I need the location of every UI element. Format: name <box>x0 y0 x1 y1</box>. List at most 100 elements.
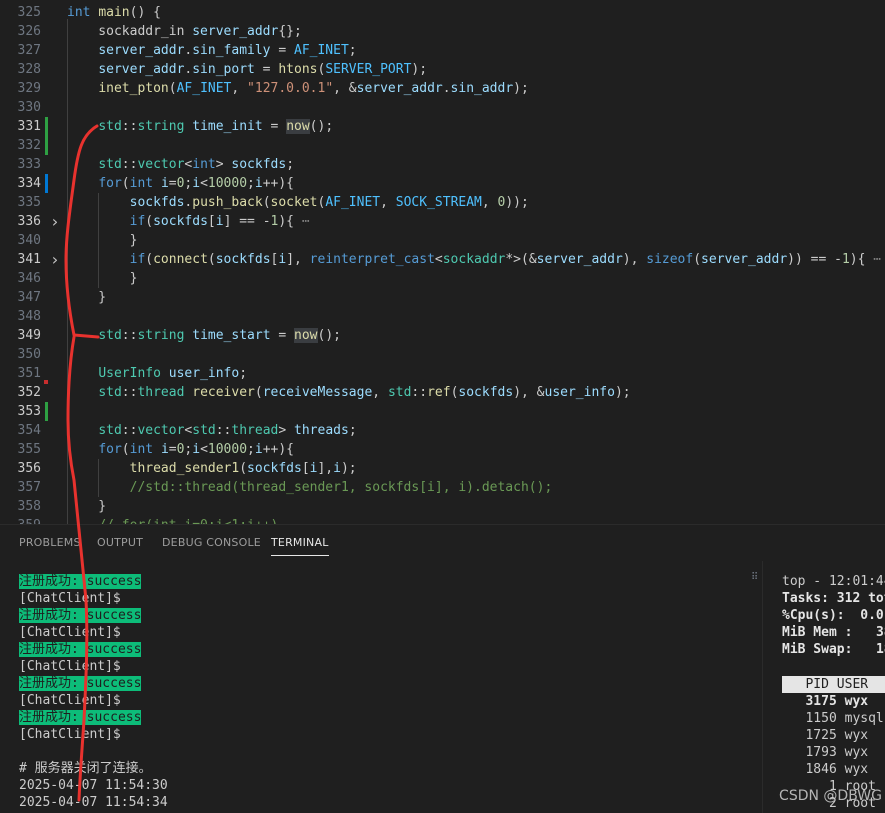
terminal-line-time: 2025-04-07 11:54:30 <box>19 778 168 793</box>
code-line[interactable]: 327 server_addr.sin_family = AF_INET; <box>0 41 885 60</box>
code-line[interactable]: 357 //std::thread(thread_sender1, sockfd… <box>0 478 885 497</box>
code-line[interactable]: 355 for(int i=0;i<10000;i++){ <box>0 440 885 459</box>
line-number: 329 <box>17 81 41 96</box>
top-process-row: 1150 mysql <box>782 711 884 726</box>
code-text: for(int i=0;i<10000;i++){ <box>98 442 295 457</box>
code-line[interactable]: 358 } <box>0 497 885 516</box>
code-text: UserInfo user_info; <box>98 366 248 381</box>
code-line[interactable]: 354 std::vector<std::thread> threads; <box>0 421 885 440</box>
terminal-line-register: 注册成功: success <box>19 676 142 691</box>
line-number: 358 <box>17 499 41 514</box>
terminal-line-prompt: [ChatClient]$ <box>19 693 121 708</box>
code-text: std::string time_init = now(); <box>98 119 334 134</box>
code-line[interactable]: 347 } <box>0 288 885 307</box>
code-line[interactable]: 346 } <box>0 269 885 288</box>
code-line[interactable]: 351 UserInfo user_info; <box>0 364 885 383</box>
code-line[interactable]: 331 std::string time_init = now(); <box>0 117 885 136</box>
top-process-header: PID USER <box>782 676 885 693</box>
tab-terminal[interactable]: TERMINAL <box>271 536 329 556</box>
line-number: 331 <box>17 119 41 134</box>
line-number: 332 <box>17 138 41 153</box>
top-swap-line: MiB Swap: 187 <box>782 642 885 657</box>
code-line[interactable]: 328 server_addr.sin_port = htons(SERVER_… <box>0 60 885 79</box>
code-line[interactable]: 334 for(int i=0;i<10000;i++){ <box>0 174 885 193</box>
code-text: server_addr.sin_family = AF_INET; <box>98 43 357 58</box>
code-line[interactable]: 336 › if(sockfds[i] == -1){ ⋯ <box>0 212 885 231</box>
chevron-right-icon[interactable]: › <box>50 212 60 231</box>
code-line[interactable]: 359 // for(int i=0;i<1;i++) <box>0 516 885 524</box>
code-text: } <box>67 233 138 248</box>
code-line[interactable]: 340 } <box>0 231 885 250</box>
top-tasks-line: Tasks: 312 tota <box>782 591 885 606</box>
top-header-line: top - 12:01:44 <box>782 574 885 589</box>
line-number: 335 <box>17 195 41 210</box>
line-number: 340 <box>17 233 41 248</box>
code-line[interactable]: 348 <box>0 307 885 326</box>
code-text: // for(int i=0;i<1;i++) <box>67 516 278 524</box>
code-text: if(sockfds[i] == -1){ ⋯ <box>129 214 310 229</box>
top-process-row: 1725 wyx <box>782 728 869 743</box>
code-line[interactable]: 325 int main() { <box>0 3 885 22</box>
terminal-line-time: 2025-04-07 11:54:34 <box>19 795 168 810</box>
code-line[interactable]: 349 std::string time_start = now(); <box>0 326 885 345</box>
code-text: sockaddr_in server_addr{}; <box>67 24 302 39</box>
code-line[interactable]: 326 sockaddr_in server_addr{}; <box>0 22 885 41</box>
terminal-line-closed: # 服务器关闭了连接。 <box>19 761 152 776</box>
code-text: std::thread receiver(receiveMessage, std… <box>98 385 631 400</box>
terminal-line-register: 注册成功: success <box>19 608 142 623</box>
line-number: 347 <box>17 290 41 305</box>
code-text: thread_sender1(sockfds[i],i); <box>129 461 357 476</box>
code-text: for(int i=0;i<10000;i++){ <box>98 176 295 191</box>
line-number: 346 <box>17 271 41 286</box>
line-number: 351 <box>17 366 41 381</box>
line-number: 325 <box>17 5 41 20</box>
terminal-line-register: 注册成功: success <box>19 642 142 657</box>
line-number: 327 <box>17 43 41 58</box>
code-line[interactable]: 352 std::thread receiver(receiveMessage,… <box>0 383 885 402</box>
terminal-line-register: 注册成功: success <box>19 574 142 589</box>
line-number: 330 <box>17 100 41 115</box>
line-number: 354 <box>17 423 41 438</box>
line-number: 349 <box>17 328 41 343</box>
tab-problems[interactable]: PROBLEMS <box>19 536 81 549</box>
code-editor[interactable]: 325 int main() {326 sockaddr_in server_ad… <box>0 0 885 524</box>
code-line[interactable]: 335 sockfds.push_back(socket(AF_INET, SO… <box>0 193 885 212</box>
tab-debug-console[interactable]: DEBUG CONSOLE <box>162 536 261 549</box>
code-line[interactable]: 329 inet_pton(AF_INET, "127.0.0.1", &ser… <box>0 79 885 98</box>
code-text: std::vector<std::thread> threads; <box>98 423 357 438</box>
chevron-right-icon[interactable]: › <box>50 250 60 269</box>
code-line[interactable]: 332 <box>0 136 885 155</box>
code-text: sockfds.push_back(socket(AF_INET, SOCK_S… <box>129 195 529 210</box>
line-number: 336 <box>17 214 41 229</box>
terminal-line-prompt: [ChatClient]$ <box>19 727 121 742</box>
terminal-line-register: 注册成功: success <box>19 710 142 725</box>
code-text: server_addr.sin_port = htons(SERVER_PORT… <box>98 62 428 77</box>
top-process-row: 3175 wyx <box>782 694 869 709</box>
terminal-line-prompt: [ChatClient]$ <box>19 659 121 674</box>
code-text: std::vector<int> sockfds; <box>98 157 295 172</box>
code-line[interactable]: 330 <box>0 98 885 117</box>
line-number: 357 <box>17 480 41 495</box>
line-number: 352 <box>17 385 41 400</box>
code-line[interactable]: 341 › if(connect(sockfds[i], reinterpret_… <box>0 250 885 269</box>
terminal-line-prompt: [ChatClient]$ <box>19 591 121 606</box>
terminal-split-divider[interactable] <box>762 561 763 813</box>
code-text: } <box>67 290 107 305</box>
line-number: 359 <box>0 516 41 524</box>
code-text: //std::thread(thread_sender1, sockfds[i]… <box>129 480 553 495</box>
code-line[interactable]: 333 std::vector<int> sockfds; <box>0 155 885 174</box>
top-cpu-line: %Cpu(s): 0.0 u <box>782 608 884 623</box>
tab-output[interactable]: OUTPUT <box>97 536 143 549</box>
line-number: 334 <box>17 176 41 191</box>
code-line[interactable]: 350 <box>0 345 885 364</box>
line-number: 333 <box>17 157 41 172</box>
line-number: 355 <box>17 442 41 457</box>
terminal-line-prompt: [ChatClient]$ <box>19 625 121 640</box>
line-number: 348 <box>17 309 41 324</box>
top-mem-line: MiB Mem : 387 <box>782 625 885 640</box>
terminal-split-indicator: ⠿ <box>751 572 759 583</box>
line-number: 328 <box>17 62 41 77</box>
code-text: std::string time_start = now(); <box>98 328 341 343</box>
code-line[interactable]: 356 thread_sender1(sockfds[i],i); <box>0 459 885 478</box>
code-line[interactable]: 353 <box>0 402 885 421</box>
